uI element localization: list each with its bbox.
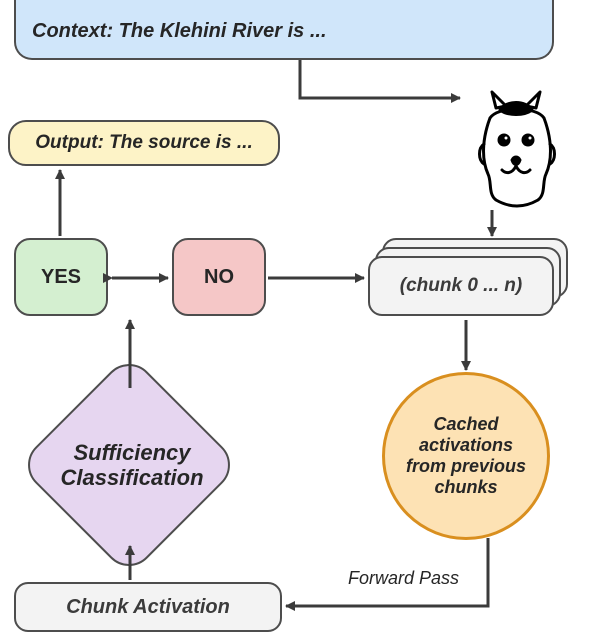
chunk-card-front: (chunk 0 ... n) — [368, 256, 554, 316]
diamond-line1: Sufficiency — [74, 440, 191, 465]
llama-icon — [466, 90, 566, 210]
forward-pass-label: Forward Pass — [348, 568, 459, 589]
yes-box: YES — [14, 238, 108, 316]
circle-line2: activations — [419, 435, 513, 455]
diamond-line2: Classification — [60, 465, 203, 490]
cached-activations-circle: Cached activations from previous chunks — [382, 372, 550, 540]
diamond-text: Sufficiency Classification — [32, 440, 232, 491]
chunk-stack: (chunk 0 ... n) — [368, 238, 568, 318]
yes-label: YES — [41, 266, 81, 289]
arrow-context-to-llama — [300, 60, 460, 98]
sufficiency-diamond: Sufficiency Classification — [52, 370, 244, 562]
circle-line4: chunks — [434, 477, 497, 497]
circle-line3: from previous — [406, 456, 526, 476]
context-label: Context: — [32, 20, 113, 42]
output-box: Output: The source is ... — [8, 120, 280, 166]
context-text: The Klehini River is ... — [113, 20, 326, 42]
circle-line1: Cached — [433, 414, 498, 434]
context-box: Context: The Klehini River is ... — [14, 0, 554, 60]
no-label: NO — [204, 266, 234, 289]
chunk-activation-label: Chunk Activation — [66, 596, 230, 619]
no-box: NO — [172, 238, 266, 316]
output-text: The source is ... — [104, 132, 253, 153]
chunk-stack-label: (chunk 0 ... n) — [400, 275, 522, 297]
chunk-activation-box: Chunk Activation — [14, 582, 282, 632]
output-label: Output: — [35, 132, 104, 153]
